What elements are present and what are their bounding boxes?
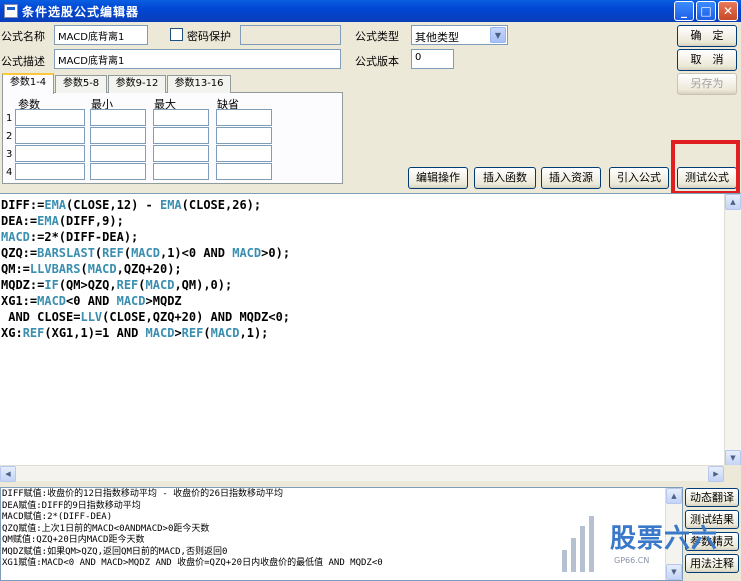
formula-version-input[interactable]: 0: [411, 49, 454, 69]
param-default-cell[interactable]: [216, 109, 272, 126]
scroll-down-icon[interactable]: ▼: [666, 564, 682, 580]
param-name-cell[interactable]: [15, 163, 85, 180]
title-bar: 条件选股公式编辑器 _ □ ✕: [0, 0, 741, 22]
formula-desc-input[interactable]: MACD底背离1: [54, 49, 341, 69]
dynamic-translate-button[interactable]: 动态翻译: [685, 488, 739, 507]
param-max-cell[interactable]: [153, 109, 209, 126]
param-default-cell[interactable]: [216, 163, 272, 180]
code-line-5: QM:=LLVBARS(MACD,QZQ+20);: [1, 262, 182, 276]
tab-params-1-4[interactable]: 参数1-4: [2, 73, 54, 94]
param-min-cell[interactable]: [90, 145, 146, 162]
translation-panel[interactable]: DIFF赋值:收盘价的12日指数移动平均 - 收盘价的26日指数移动平均 DEA赋…: [0, 487, 683, 581]
param-tab-panel: 参数 最小 最大 缺省 1 2 3 4: [2, 92, 343, 184]
scroll-down-icon[interactable]: ▼: [725, 450, 741, 466]
highlight-box: [671, 140, 740, 195]
param-default-cell[interactable]: [216, 145, 272, 162]
translation-line: DIFF赋值:收盘价的12日指数移动平均 - 收盘价的26日指数移动平均: [2, 489, 284, 499]
code-text: DIFF:=EMA(CLOSE,12) - EMA(CLOSE,26); DEA:…: [1, 197, 290, 341]
translation-line: QM赋值:QZQ+20日内MACD距今天数: [2, 535, 145, 545]
translation-scrollbar[interactable]: ▲ ▼: [665, 488, 682, 580]
param-max-cell[interactable]: [153, 145, 209, 162]
tab-params-5-8[interactable]: 参数5-8: [55, 75, 107, 93]
formula-type-label: 公式类型: [355, 30, 399, 43]
close-button[interactable]: ✕: [718, 1, 738, 21]
translation-line: MQDZ赋值:如果QM>QZQ,返回QM日前的MACD,否则返回0: [2, 546, 228, 557]
param-name-cell[interactable]: [15, 109, 85, 126]
scroll-up-icon[interactable]: ▲: [666, 488, 682, 504]
code-line-2: DEA:=EMA(DIFF,9);: [1, 214, 124, 228]
window-title: 条件选股公式编辑器: [22, 5, 140, 19]
param-row-number: 4: [6, 167, 13, 178]
insert-resource-button[interactable]: 插入资源: [541, 167, 601, 189]
tab-params-9-12[interactable]: 参数9-12: [108, 75, 166, 93]
param-max-cell[interactable]: [153, 163, 209, 180]
translation-line: XG1赋值:MACD<0 AND MACD>MQDZ AND 收盘价=QZQ+2…: [2, 558, 383, 568]
param-name-cell[interactable]: [15, 145, 85, 162]
password-label: 密码保护: [187, 30, 231, 43]
translation-line: QZQ赋值:上次1日前的MACD<0ANDMACD>0距今天数: [2, 523, 210, 534]
tab-params-13-16[interactable]: 参数13-16: [167, 75, 231, 93]
app-icon: [4, 4, 18, 18]
editor-horizontal-scrollbar[interactable]: ◀ ▶: [0, 465, 724, 482]
code-line-1: DIFF:=EMA(CLOSE,12) - EMA(CLOSE,26);: [1, 198, 262, 212]
formula-type-value: 其他类型: [415, 31, 459, 44]
code-line-8: AND CLOSE=LLV(CLOSE,QZQ+20) AND MQDZ<0;: [1, 310, 291, 324]
param-name-cell[interactable]: [15, 127, 85, 144]
param-min-cell[interactable]: [90, 109, 146, 126]
param-max-cell[interactable]: [153, 127, 209, 144]
param-row-number: 2: [6, 131, 13, 142]
param-default-cell[interactable]: [216, 127, 272, 144]
usage-notes-button[interactable]: 用法注释: [685, 554, 739, 573]
save-as-button: 另存为: [677, 73, 737, 95]
ok-button[interactable]: 确 定: [677, 25, 737, 47]
formula-name-label: 公式名称: [1, 30, 45, 43]
param-min-cell[interactable]: [90, 163, 146, 180]
translation-line: DEA赋值:DIFF的9日指数移动平均: [2, 500, 141, 511]
code-line-9: XG:REF(XG1,1)=1 AND MACD>REF(MACD,1);: [1, 326, 269, 340]
edit-ops-button[interactable]: 编辑操作: [408, 167, 468, 189]
chevron-down-icon[interactable]: ▼: [490, 27, 506, 43]
code-line-3: MACD:=2*(DIFF-DEA);: [1, 230, 139, 244]
scrollbar-corner: [724, 465, 741, 481]
cancel-button[interactable]: 取 消: [677, 49, 737, 71]
param-min-cell[interactable]: [90, 127, 146, 144]
code-line-7: XG1:=MACD<0 AND MACD>MQDZ: [1, 294, 182, 308]
maximize-button[interactable]: □: [696, 1, 716, 21]
formula-type-select[interactable]: 其他类型 ▼: [411, 25, 508, 45]
import-formula-button[interactable]: 引入公式: [609, 167, 669, 189]
password-input: [240, 25, 341, 45]
translation-line: MACD赋值:2*(DIFF-DEA): [2, 512, 113, 522]
param-row-number: 3: [6, 149, 13, 160]
password-checkbox[interactable]: [170, 28, 183, 41]
formula-desc-label: 公式描述: [1, 55, 45, 68]
scroll-up-icon[interactable]: ▲: [725, 194, 741, 210]
minimize-button[interactable]: _: [674, 1, 694, 21]
code-editor[interactable]: DIFF:=EMA(CLOSE,12) - EMA(CLOSE,26); DEA:…: [0, 193, 741, 482]
editor-vertical-scrollbar[interactable]: ▲ ▼: [724, 194, 741, 466]
scroll-right-icon[interactable]: ▶: [708, 466, 724, 482]
param-wizard-button[interactable]: 参数精灵: [685, 532, 739, 551]
code-line-4: QZQ:=BARSLAST(REF(MACD,1)<0 AND MACD>0);: [1, 246, 291, 260]
code-line-6: MQDZ:=IF(QM>QZQ,REF(MACD,QM),0);: [1, 278, 233, 292]
formula-version-label: 公式版本: [355, 55, 399, 68]
formula-name-input[interactable]: MACD底背离1: [54, 25, 148, 45]
test-result-button[interactable]: 测试结果: [685, 510, 739, 529]
param-row-number: 1: [6, 113, 13, 124]
scroll-left-icon[interactable]: ◀: [0, 466, 16, 482]
insert-function-button[interactable]: 插入函数: [474, 167, 536, 189]
translation-text: DIFF赋值:收盘价的12日指数移动平均 - 收盘价的26日指数移动平均 DEA赋…: [2, 489, 383, 570]
